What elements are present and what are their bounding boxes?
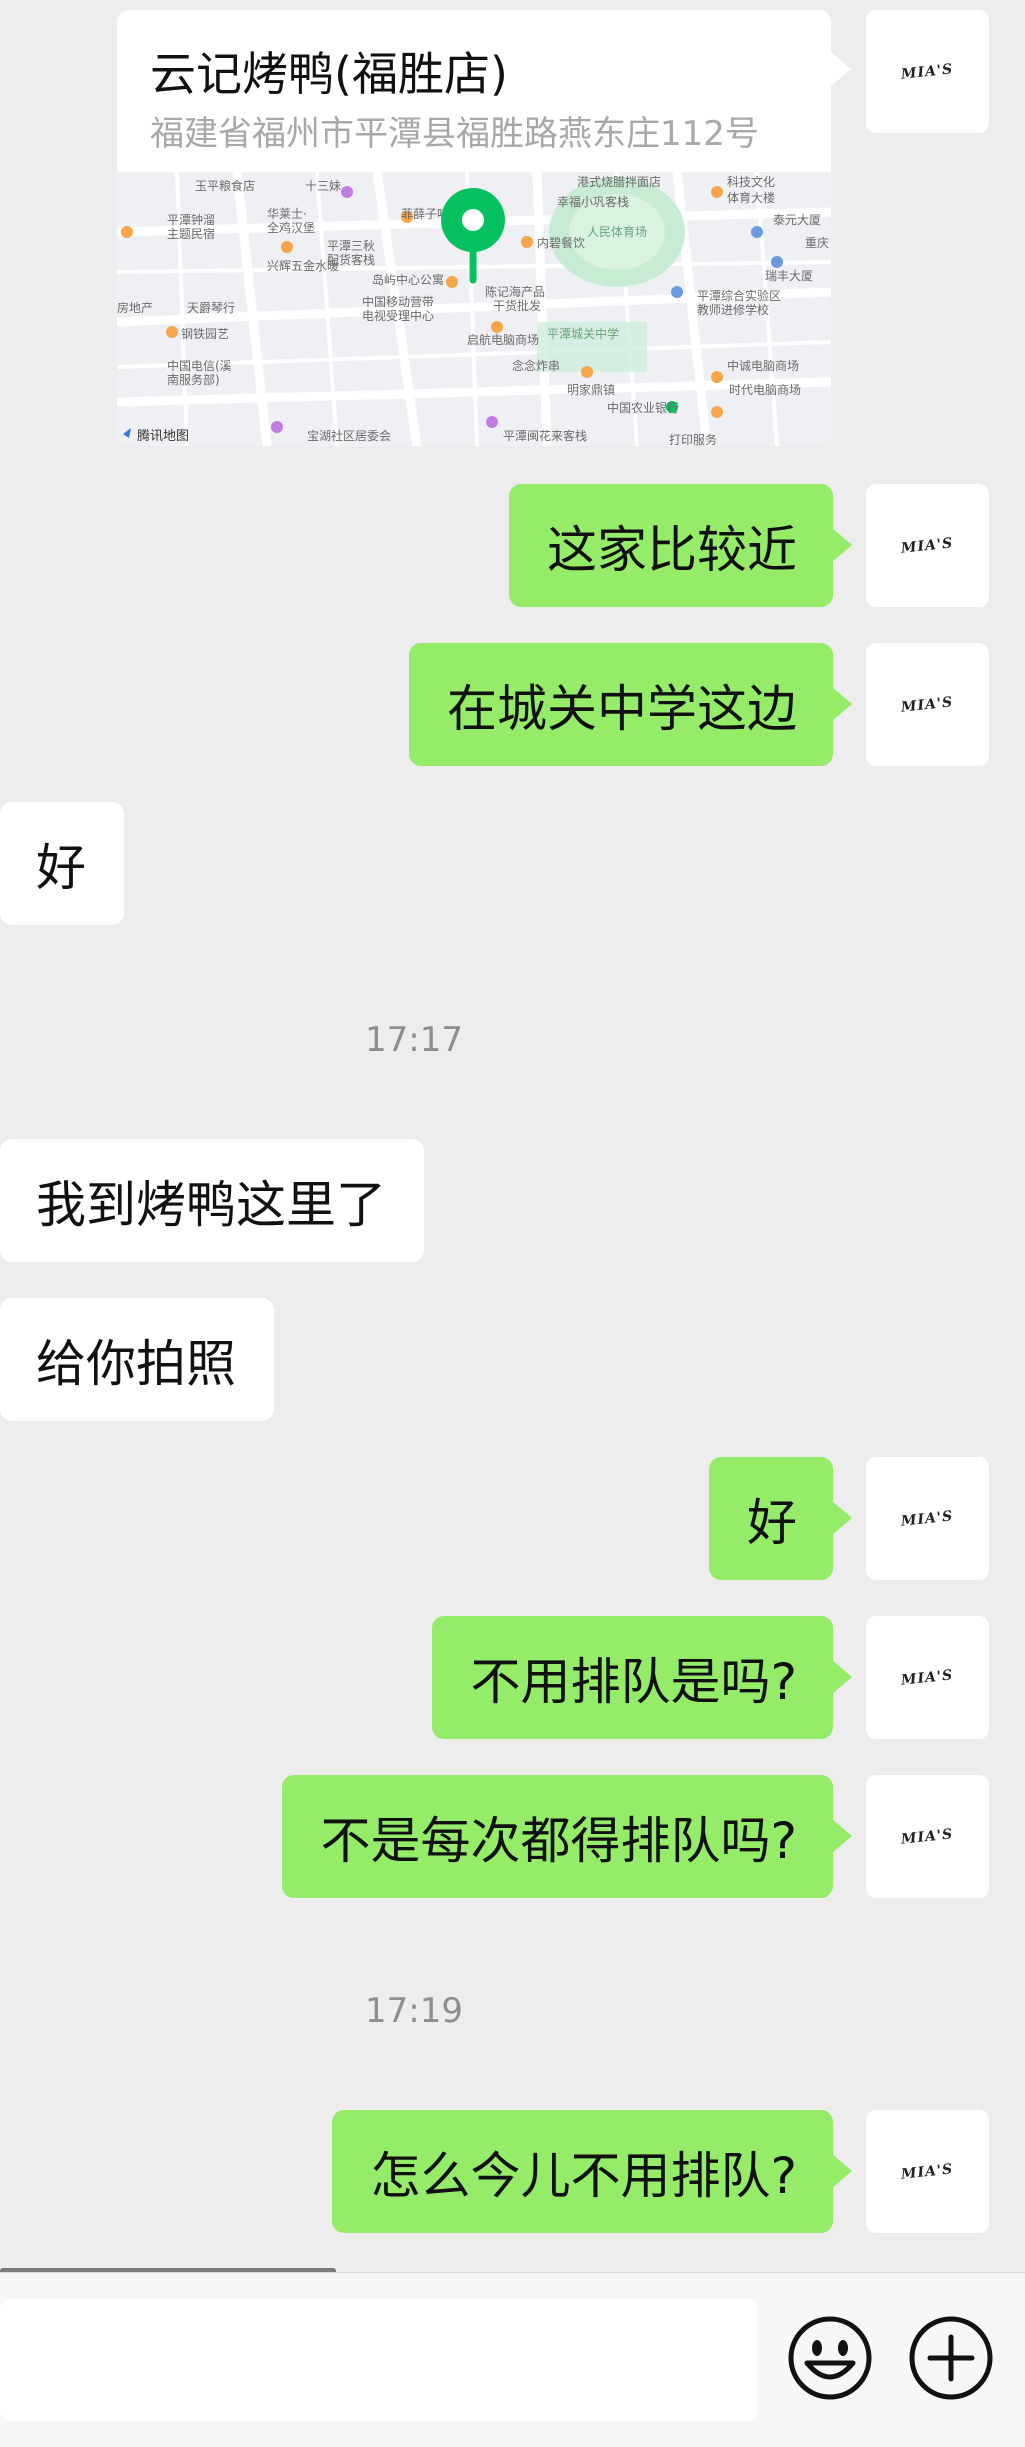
emoji-icon[interactable] <box>785 2313 875 2403</box>
svg-text:科技文化: 科技文化 <box>727 174 775 189</box>
svg-text:宝湖社区居委会: 宝湖社区居委会 <box>307 428 391 443</box>
location-map[interactable]: 玉平粮食店 十三妹 港式烧腊拌面店 科技文化 体育大楼 幸福小巩客栈 泰元大厦 … <box>117 171 831 446</box>
message-bubble-incoming[interactable]: 给你拍照 <box>0 1298 274 1421</box>
avatar[interactable]: MIA'S <box>866 484 989 607</box>
avatar[interactable]: MIA'S <box>866 1457 989 1580</box>
svg-text:中国移动营带: 中国移动营带 <box>362 294 434 309</box>
message-text: 好 <box>36 838 86 897</box>
avatar[interactable]: MIA'S <box>866 2110 989 2233</box>
svg-text:瑞丰大厦: 瑞丰大厦 <box>765 269 813 283</box>
message-bubble-incoming[interactable]: 我到烤鸭这里了 <box>0 1139 424 1262</box>
svg-text:房地产: 房地产 <box>117 300 153 315</box>
svg-text:天爵琴行: 天爵琴行 <box>187 301 235 315</box>
svg-text:明家鼎镇: 明家鼎镇 <box>567 382 615 397</box>
message-text: 这家比较近 <box>547 520 797 579</box>
svg-text:时代电脑商场: 时代电脑商场 <box>729 382 801 397</box>
location-card[interactable]: 云记烤鸭(福胜店) 福建省福州市平潭县福胜路燕东庄112号 玉平粮食店 十三妹 … <box>117 10 831 446</box>
svg-text:幸福小巩客栈: 幸福小巩客栈 <box>557 194 629 209</box>
svg-text:主题民宿: 主题民宿 <box>167 226 215 241</box>
location-title: 云记烤鸭(福胜店) <box>150 47 508 101</box>
plus-icon[interactable] <box>906 2313 996 2403</box>
message-bubble-outgoing[interactable]: 怎么今儿不用排队? <box>332 2110 852 2233</box>
message-bubble-outgoing[interactable]: 不是每次都得排队吗? <box>282 1775 852 1898</box>
svg-text:启航电脑商场: 启航电脑商场 <box>467 332 539 347</box>
svg-text:全鸡汉堡: 全鸡汉堡 <box>267 220 315 235</box>
avatar[interactable]: MIA'S <box>866 1616 989 1739</box>
svg-text:岛屿中心公寓: 岛屿中心公寓 <box>372 272 444 287</box>
location-address: 福建省福州市平潭县福胜路燕东庄112号 <box>150 114 759 154</box>
svg-text:中国农业银行: 中国农业银行 <box>607 400 679 415</box>
input-bar <box>0 2272 1025 2447</box>
svg-text:十三妹: 十三妹 <box>305 179 341 193</box>
message-bubble-incoming[interactable]: 好 <box>0 802 124 925</box>
message-text: 不是每次都得排队吗? <box>320 1811 797 1870</box>
svg-text:平潭钟溜: 平潭钟溜 <box>167 212 215 227</box>
svg-text:南服务部): 南服务部) <box>167 372 220 387</box>
message-text: 在城关中学这边 <box>447 679 797 738</box>
message-text: 我到烤鸭这里了 <box>36 1175 386 1234</box>
svg-text:中国电信(溪: 中国电信(溪 <box>167 358 232 373</box>
avatar[interactable]: MIA'S <box>866 1775 989 1898</box>
message-text: 不用排队是吗? <box>470 1652 797 1711</box>
svg-text:兴辉五金水暖: 兴辉五金水暖 <box>267 258 339 273</box>
svg-text:教师进修学校: 教师进修学校 <box>697 302 769 317</box>
avatar[interactable]: MIA'S <box>866 643 989 766</box>
message-text: 好 <box>747 1493 797 1552</box>
message-input[interactable] <box>0 2299 757 2421</box>
svg-text:腾讯地图: 腾讯地图 <box>137 428 189 444</box>
svg-text:念念炸串: 念念炸串 <box>512 358 560 373</box>
svg-text:平潭三秋: 平潭三秋 <box>327 239 375 253</box>
svg-text:泰元大厦: 泰元大厦 <box>773 213 821 227</box>
svg-text:平潭闽花来客栈: 平潭闽花来客栈 <box>503 428 587 443</box>
svg-text:平潭综合实验区: 平潭综合实验区 <box>697 288 781 303</box>
svg-text:内碧餐饮: 内碧餐饮 <box>537 235 585 250</box>
svg-text:干货批发: 干货批发 <box>493 298 541 313</box>
message-bubble-outgoing[interactable]: 这家比较近 <box>509 484 852 607</box>
svg-text:重庆: 重庆 <box>805 236 829 250</box>
message-bubble-outgoing[interactable]: 在城关中学这边 <box>409 643 852 766</box>
timestamp: 17:19 <box>365 1991 463 2031</box>
svg-text:陈记海产品: 陈记海产品 <box>485 284 545 299</box>
bubble-tail <box>831 52 851 86</box>
avatar[interactable]: MIA'S <box>866 10 989 133</box>
svg-text:玉平粮食店: 玉平粮食店 <box>195 178 255 193</box>
timestamp: 17:17 <box>365 1020 463 1060</box>
map-image: 玉平粮食店 十三妹 港式烧腊拌面店 科技文化 体育大楼 幸福小巩客栈 泰元大厦 … <box>117 171 831 446</box>
svg-text:体育大楼: 体育大楼 <box>727 190 775 205</box>
svg-text:打印服务: 打印服务 <box>669 432 717 446</box>
message-text: 怎么今儿不用排队? <box>370 2146 797 2205</box>
message-bubble-outgoing[interactable]: 不用排队是吗? <box>432 1616 852 1739</box>
svg-text:平潭城关中学: 平潭城关中学 <box>547 326 619 341</box>
svg-text:港式烧腊拌面店: 港式烧腊拌面店 <box>577 174 661 189</box>
svg-text:电视受理中心: 电视受理中心 <box>362 308 434 323</box>
message-text: 给你拍照 <box>36 1334 236 1393</box>
svg-text:人民体育场: 人民体育场 <box>587 224 647 239</box>
message-bubble-outgoing[interactable]: 好 <box>709 1457 852 1580</box>
svg-text:钢铁园艺: 钢铁园艺 <box>181 327 229 341</box>
svg-text:中诚电脑商场: 中诚电脑商场 <box>727 358 799 373</box>
svg-text:华莱士·: 华莱士· <box>267 207 307 221</box>
